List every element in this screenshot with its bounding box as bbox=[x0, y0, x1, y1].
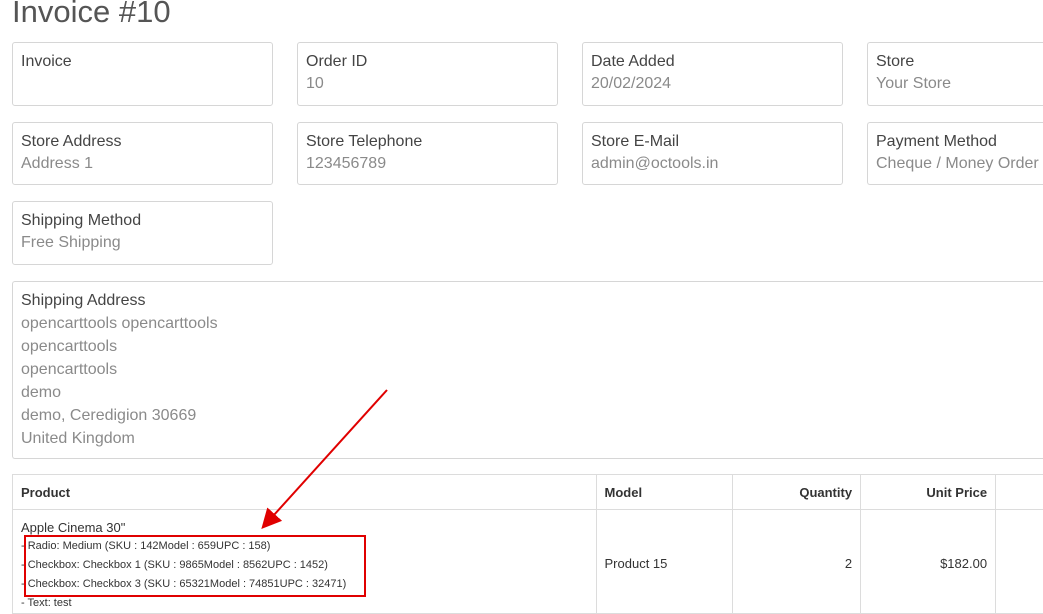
product-name: Apple Cinema 30" bbox=[21, 520, 126, 535]
store-label: Store bbox=[876, 53, 915, 70]
store-email-label: Store E-Mail bbox=[591, 133, 680, 150]
order-id-label: Order ID bbox=[306, 53, 368, 70]
header-quantity: Quantity bbox=[732, 475, 862, 510]
shipping-address-line: demo bbox=[21, 384, 62, 401]
extra-cell bbox=[995, 509, 1043, 613]
date-added-card: Date Added 20/02/2024 bbox=[582, 42, 843, 106]
shipping-method-label: Shipping Method bbox=[21, 212, 142, 229]
product-cell: Apple Cinema 30" - Radio: Medium (SKU : … bbox=[13, 509, 597, 613]
store-value: Your Store bbox=[876, 75, 952, 92]
shipping-address-line: opencarttools bbox=[21, 338, 118, 355]
shipping-address-line: demo, Ceredigion 30669 bbox=[21, 407, 197, 424]
product-option: - Checkbox: Checkbox 1 (SKU : 9865Model … bbox=[21, 559, 328, 571]
store-email-value: admin@octools.in bbox=[591, 155, 719, 172]
store-telephone-value: 123456789 bbox=[306, 155, 387, 172]
store-telephone-card: Store Telephone 123456789 bbox=[297, 122, 558, 185]
date-added-value: 20/02/2024 bbox=[591, 75, 672, 92]
invoice-card: Invoice bbox=[12, 42, 273, 106]
date-added-label: Date Added bbox=[591, 53, 675, 70]
products-table: Product Model Quantity Unit Price Apple … bbox=[13, 475, 1043, 613]
shipping-address-label: Shipping Address bbox=[21, 292, 146, 309]
shipping-method-value: Free Shipping bbox=[21, 234, 121, 251]
store-card: Store Your Store bbox=[867, 42, 1043, 106]
model-cell: Product 15 bbox=[596, 509, 734, 613]
store-address-label: Store Address bbox=[21, 133, 122, 150]
order-id-card: Order ID 10 bbox=[297, 42, 558, 106]
shipping-address-card: Shipping Address opencarttools opencartt… bbox=[12, 281, 1043, 459]
product-option: - Text: test bbox=[21, 597, 72, 609]
store-address-value: Address 1 bbox=[21, 155, 94, 172]
store-telephone-label: Store Telephone bbox=[306, 133, 423, 150]
page-title: Invoice #10 bbox=[12, 0, 171, 29]
payment-method-card: Payment Method Cheque / Money Order bbox=[867, 122, 1043, 185]
unit-price-cell: $182.00 bbox=[860, 509, 997, 613]
header-extra bbox=[995, 475, 1043, 510]
order-id-value: 10 bbox=[306, 75, 324, 92]
payment-method-label: Payment Method bbox=[876, 133, 997, 150]
invoice-label: Invoice bbox=[21, 53, 72, 70]
product-option: - Checkbox: Checkbox 3 (SKU : 65321Model… bbox=[21, 578, 347, 590]
header-model: Model bbox=[596, 475, 734, 510]
table-header-row: Product Model Quantity Unit Price bbox=[13, 475, 1043, 510]
payment-method-value: Cheque / Money Order bbox=[876, 155, 1039, 172]
products-table-wrapper: Product Model Quantity Unit Price Apple … bbox=[12, 474, 1043, 614]
product-option: - Radio: Medium (SKU : 142Model : 659UPC… bbox=[21, 540, 271, 552]
header-product: Product bbox=[13, 475, 597, 510]
store-address-card: Store Address Address 1 bbox=[12, 122, 273, 185]
store-email-card: Store E-Mail admin@octools.in bbox=[582, 122, 843, 185]
shipping-address-line: opencarttools opencarttools bbox=[21, 315, 218, 332]
shipping-address-line: opencarttools bbox=[21, 361, 118, 378]
shipping-method-card: Shipping Method Free Shipping bbox=[12, 201, 273, 265]
quantity-cell: 2 bbox=[732, 509, 862, 613]
table-row: Apple Cinema 30" - Radio: Medium (SKU : … bbox=[13, 509, 1043, 613]
header-unit-price: Unit Price bbox=[860, 475, 997, 510]
shipping-address-line: United Kingdom bbox=[21, 430, 135, 447]
